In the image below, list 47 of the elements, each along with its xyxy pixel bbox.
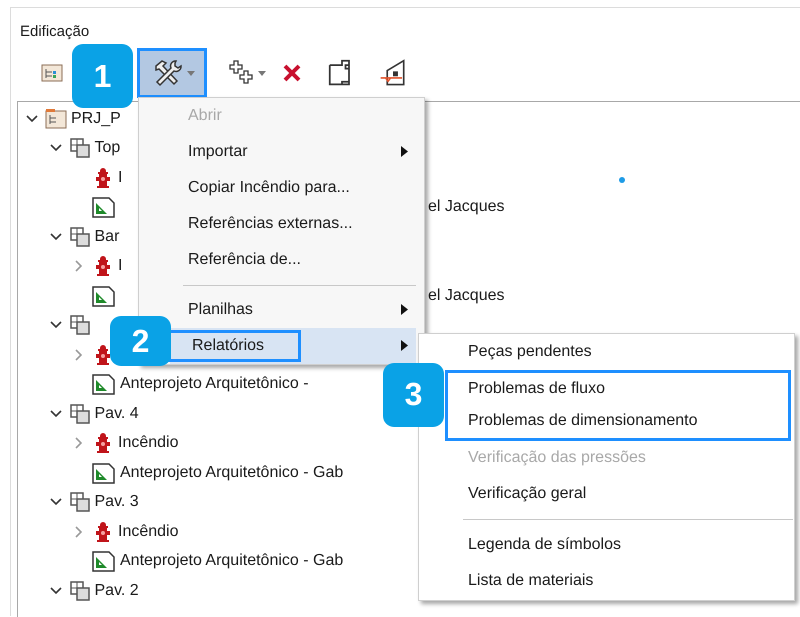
drawing-file-icon (92, 462, 116, 484)
callout-badge: 2 (110, 316, 171, 366)
floor-icon (68, 402, 90, 425)
menu-item[interactable]: Problemas de fluxo (445, 370, 791, 405)
tree-item-label[interactable]: Pav. 3 (94, 493, 139, 512)
menu-item[interactable]: Referência de... (139, 242, 416, 278)
floor-icon (68, 226, 90, 248)
menu-item[interactable]: Importar (139, 134, 416, 170)
panel-title: Edificação (20, 22, 90, 42)
tree-item-label[interactable]: PRJ_P (71, 110, 121, 128)
dropdown-caret-icon (258, 70, 266, 76)
tree-item-label[interactable]: Anteprojeto Arquitetônico - (120, 375, 309, 394)
point-marker (619, 177, 625, 183)
callout-badge: 1 (72, 44, 133, 108)
tree-item-label[interactable]: el Jacques (428, 198, 504, 216)
floor-icon (68, 314, 90, 336)
tree-item-label[interactable]: I (118, 257, 122, 276)
menu-item[interactable]: Verificação geral (419, 476, 794, 512)
tree-item-label[interactable]: Incêndio (118, 522, 178, 541)
drawing-file-icon (92, 196, 116, 218)
dropdown-caret-icon (186, 70, 194, 76)
drawing-file-icon (92, 373, 116, 396)
drawing-file-icon (92, 284, 116, 307)
tree-item-label[interactable]: el Jacques (428, 286, 504, 305)
tree-item-label[interactable]: Incêndio (118, 434, 178, 452)
tree-item-label[interactable]: Pav. 4 (94, 404, 139, 423)
tree-item-label[interactable]: Bar (94, 228, 120, 246)
tree-icon (41, 63, 63, 83)
tree-item-label[interactable]: Anteprojeto Arquitetônico - Gab (120, 464, 344, 482)
menu-item[interactable]: Problemas de dimensionamento (445, 405, 791, 440)
tree-item-label[interactable]: Pav. 2 (94, 582, 139, 600)
floor-icon (68, 137, 90, 160)
tree-item-label[interactable]: Anteprojeto Arquitetônico - Gab (120, 552, 344, 570)
menu-item[interactable]: Copiar Incêndio para... (139, 170, 416, 206)
menu-item[interactable]: Relatórios (170, 328, 416, 364)
floor-icon (68, 491, 90, 514)
menu-item[interactable]: Lista de materiais (419, 563, 794, 598)
project-icon (45, 108, 67, 130)
delete-icon (282, 63, 302, 83)
menu-item[interactable]: Referências externas... (139, 206, 416, 242)
tree-item-label[interactable]: Top (94, 139, 120, 158)
floor-icon (68, 580, 90, 602)
drawing-file-icon (92, 550, 116, 572)
tree-item-label[interactable]: I (118, 168, 122, 187)
menu-item[interactable]: Legenda de símbolos (419, 528, 794, 563)
plus-icon (228, 60, 254, 86)
callout-badge: 3 (383, 362, 444, 426)
